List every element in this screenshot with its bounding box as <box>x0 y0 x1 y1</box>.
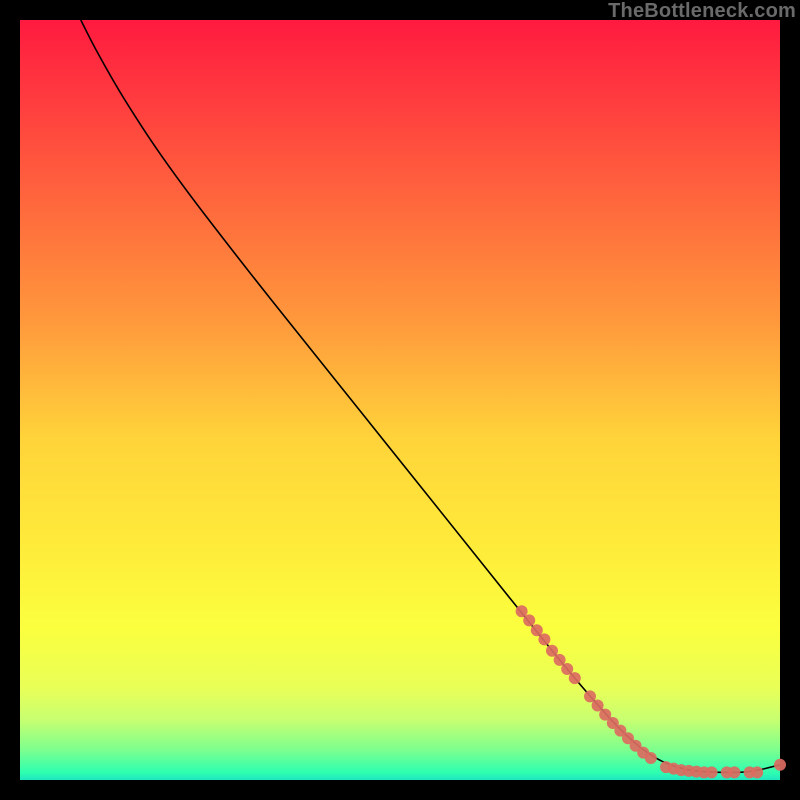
curve-line <box>81 20 780 772</box>
data-point <box>645 752 657 764</box>
data-point <box>774 759 786 771</box>
chart-svg <box>20 20 780 780</box>
data-point <box>751 766 763 778</box>
data-point <box>523 614 535 626</box>
watermark-label: TheBottleneck.com <box>608 0 796 23</box>
data-point <box>728 766 740 778</box>
data-point <box>538 633 550 645</box>
scatter-dots <box>516 605 786 778</box>
data-point <box>706 766 718 778</box>
chart-area <box>20 20 780 780</box>
data-point <box>569 672 581 684</box>
